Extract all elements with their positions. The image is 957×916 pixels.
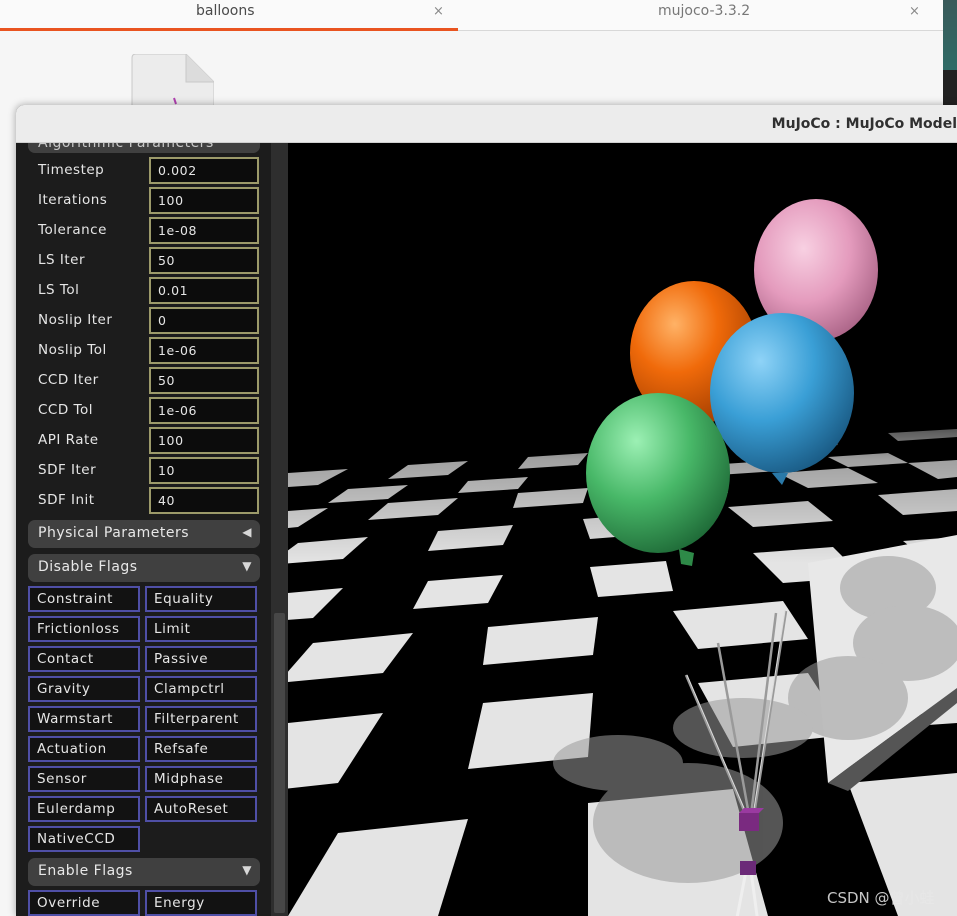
disable-flag-button[interactable]: Actuation xyxy=(28,736,140,762)
disable-flag-button[interactable]: Clampctrl xyxy=(145,676,257,702)
param-value-field[interactable]: 50 xyxy=(149,367,259,394)
param-row: Noslip Tol 1e-06 xyxy=(28,337,260,365)
disable-flag-button[interactable]: Gravity xyxy=(28,676,140,702)
chevron-down-icon: ▼ xyxy=(242,863,252,877)
param-row: CCD Tol 1e-06 xyxy=(28,397,260,425)
param-row: SDF Init 40 xyxy=(28,487,260,515)
param-value-field[interactable]: 1e-06 xyxy=(149,397,259,424)
param-row: Noslip Iter 0 xyxy=(28,307,260,335)
param-value-field[interactable]: 10 xyxy=(149,457,259,484)
physical-parameters-header[interactable]: Physical Parameters ◀ xyxy=(28,520,260,548)
window-titlebar[interactable]: MuJoCo : MuJoCo Model xyxy=(16,105,957,143)
disable-flag-button[interactable]: Filterparent xyxy=(145,706,257,732)
param-value-field[interactable]: 0.01 xyxy=(149,277,259,304)
param-value-field[interactable]: 100 xyxy=(149,187,259,214)
param-label: Noslip Iter xyxy=(38,312,113,328)
disable-flag-button[interactable]: AutoReset xyxy=(145,796,257,822)
disable-flag-button[interactable]: Constraint xyxy=(28,586,140,612)
section-label: Disable Flags xyxy=(38,559,138,575)
param-value-field[interactable]: 0.002 xyxy=(149,157,259,184)
disable-flag-button[interactable]: Midphase xyxy=(145,766,257,792)
param-row: API Rate 100 xyxy=(28,427,260,455)
disable-flag-button[interactable]: Frictionloss xyxy=(28,616,140,642)
param-label: CCD Tol xyxy=(38,402,94,418)
background-window-edge-dark xyxy=(943,70,957,110)
disable-flag-button[interactable]: NativeCCD xyxy=(28,826,140,852)
chevron-down-icon: ▼ xyxy=(242,559,252,573)
scrollbar-thumb[interactable] xyxy=(274,613,285,913)
param-value-field[interactable]: 50 xyxy=(149,247,259,274)
param-row: LS Tol 0.01 xyxy=(28,277,260,305)
param-row: Tolerance 1e-08 xyxy=(28,217,260,245)
disable-flag-button[interactable]: Sensor xyxy=(28,766,140,792)
3d-viewport[interactable] xyxy=(288,143,957,916)
algorithmic-parameters-header[interactable]: Algorithmic Parameters ▼ xyxy=(28,143,260,153)
scene-render xyxy=(288,199,957,916)
param-label: Iterations xyxy=(38,192,108,208)
param-value-field[interactable]: 40 xyxy=(149,487,259,514)
tab-mujoco[interactable]: mujoco-3.3.2 × xyxy=(458,0,943,31)
param-value-field[interactable]: 0 xyxy=(149,307,259,334)
param-label: SDF Iter xyxy=(38,462,97,478)
section-label: Algorithmic Parameters xyxy=(38,143,214,151)
mujoco-window: MuJoCo : MuJoCo Model Algorithmic Parame… xyxy=(16,105,957,916)
watermark: CSDN @曾小蛙 xyxy=(827,889,935,907)
param-label: LS Iter xyxy=(38,252,86,268)
close-icon[interactable]: × xyxy=(433,4,444,19)
param-row: SDF Iter 10 xyxy=(28,457,260,485)
param-label: Noslip Tol xyxy=(38,342,107,358)
chevron-down-icon: ▼ xyxy=(242,143,252,144)
param-row: CCD Iter 50 xyxy=(28,367,260,395)
param-row: Timestep 0.002 xyxy=(28,157,260,185)
param-value-field[interactable]: 100 xyxy=(149,427,259,454)
tab-mujoco-label: mujoco-3.3.2 xyxy=(658,3,751,19)
ui-panel: Algorithmic Parameters ▼ Timestep 0.002 It… xyxy=(16,143,288,916)
disable-flag-button[interactable]: Refsafe xyxy=(145,736,257,762)
enable-flag-button[interactable]: Energy xyxy=(145,890,257,916)
disable-flag-button[interactable]: Contact xyxy=(28,646,140,672)
enable-flag-button[interactable]: Override xyxy=(28,890,140,916)
disable-flag-button[interactable]: Warmstart xyxy=(28,706,140,732)
tab-balloons-label: balloons xyxy=(196,3,255,19)
disable-flag-button[interactable]: Passive xyxy=(145,646,257,672)
enable-flags-header[interactable]: Enable Flags ▼ xyxy=(28,858,260,886)
disable-flag-button[interactable]: Eulerdamp xyxy=(28,796,140,822)
panel-scrollbar[interactable] xyxy=(271,143,288,916)
disable-flag-button[interactable]: Equality xyxy=(145,586,257,612)
param-label: Timestep xyxy=(38,162,105,178)
param-label: LS Tol xyxy=(38,282,80,298)
param-label: API Rate xyxy=(38,432,99,448)
background-tab-bar: balloons × mujoco-3.3.2 × xyxy=(0,0,943,31)
param-label: Tolerance xyxy=(38,222,107,238)
chevron-left-icon: ◀ xyxy=(242,525,252,539)
background-window-edge xyxy=(943,0,957,70)
disable-flag-button[interactable]: Limit xyxy=(145,616,257,642)
param-value-field[interactable]: 1e-06 xyxy=(149,337,259,364)
disable-flags-header[interactable]: Disable Flags ▼ xyxy=(28,554,260,582)
weight-reflection xyxy=(740,861,756,875)
close-icon[interactable]: × xyxy=(909,4,920,19)
param-row: Iterations 100 xyxy=(28,187,260,215)
section-label: Enable Flags xyxy=(38,863,133,879)
section-label: Physical Parameters xyxy=(38,525,190,541)
window-title: MuJoCo : MuJoCo Model xyxy=(771,116,957,132)
param-label: CCD Iter xyxy=(38,372,99,388)
param-label: SDF Init xyxy=(38,492,95,508)
param-value-field[interactable]: 1e-08 xyxy=(149,217,259,244)
tab-balloons[interactable]: balloons × xyxy=(0,0,458,31)
param-row: LS Iter 50 xyxy=(28,247,260,275)
